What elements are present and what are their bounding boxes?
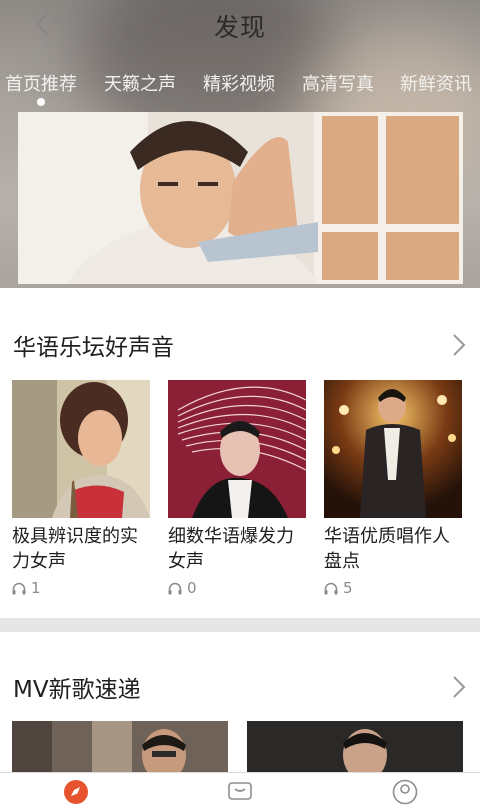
tab-label: 新鲜资讯 xyxy=(400,74,472,95)
playlist-cover xyxy=(12,380,150,518)
play-count-value: 1 xyxy=(31,579,41,597)
playlist-title: 细数华语爆发力女声 xyxy=(168,526,294,572)
headphones-icon xyxy=(324,582,338,594)
playlist-cover xyxy=(324,380,462,518)
header: 发现 首页推荐 天籁之声 精彩视频 高清写真 新鲜资讯 xyxy=(0,0,480,288)
chat-icon[interactable] xyxy=(227,779,253,805)
user-icon[interactable] xyxy=(392,779,418,805)
tab-label: 精彩视频 xyxy=(203,74,275,95)
playlist-title: 极具辨识度的实力女声 xyxy=(12,526,138,572)
play-count-value: 5 xyxy=(343,579,353,597)
play-count: 0 xyxy=(168,579,306,597)
headphones-icon xyxy=(12,582,26,594)
tab-label: 高清写真 xyxy=(302,74,374,95)
bottom-nav xyxy=(0,772,480,805)
section-header-mv: MV新歌速递 xyxy=(0,660,480,710)
section-title: 华语乐坛好声音 xyxy=(13,335,174,361)
playlist-card[interactable]: 华语优质唱作人盘点 5 xyxy=(324,380,462,597)
headphones-icon xyxy=(168,582,182,594)
mv-thumbnail[interactable] xyxy=(12,721,228,773)
tab-home-recommend[interactable]: 首页推荐 xyxy=(5,70,77,106)
playlist-title: 华语优质唱作人盘点 xyxy=(324,526,450,572)
mv-thumbnail[interactable] xyxy=(247,721,463,773)
play-count: 5 xyxy=(324,579,462,597)
play-count-value: 0 xyxy=(187,579,197,597)
tab-label: 天籁之声 xyxy=(104,74,176,95)
chevron-right-icon[interactable] xyxy=(450,674,468,700)
playlist-card[interactable]: 极具辨识度的实力女声 1 xyxy=(12,380,150,597)
playlist-card[interactable]: 细数华语爆发力女声 0 xyxy=(168,380,306,597)
compass-icon[interactable] xyxy=(63,779,89,805)
playlist-cover xyxy=(168,380,306,518)
tab-videos[interactable]: 精彩视频 xyxy=(203,70,275,96)
tab-bar: 首页推荐 天籁之声 精彩视频 高清写真 新鲜资讯 xyxy=(0,70,480,106)
chevron-right-icon[interactable] xyxy=(450,332,468,358)
section-divider xyxy=(0,618,480,632)
tab-photos[interactable]: 高清写真 xyxy=(302,70,374,96)
page-title: 发现 xyxy=(213,13,266,42)
banner-image[interactable] xyxy=(18,112,463,284)
section-header-chinese-music: 华语乐坛好声音 xyxy=(0,318,480,368)
tab-voices[interactable]: 天籁之声 xyxy=(104,70,176,96)
tab-label: 首页推荐 xyxy=(5,74,77,95)
tab-news[interactable]: 新鲜资讯 xyxy=(400,70,472,96)
play-count: 1 xyxy=(12,579,150,597)
active-indicator xyxy=(37,98,45,106)
section-title: MV新歌速递 xyxy=(13,677,141,703)
